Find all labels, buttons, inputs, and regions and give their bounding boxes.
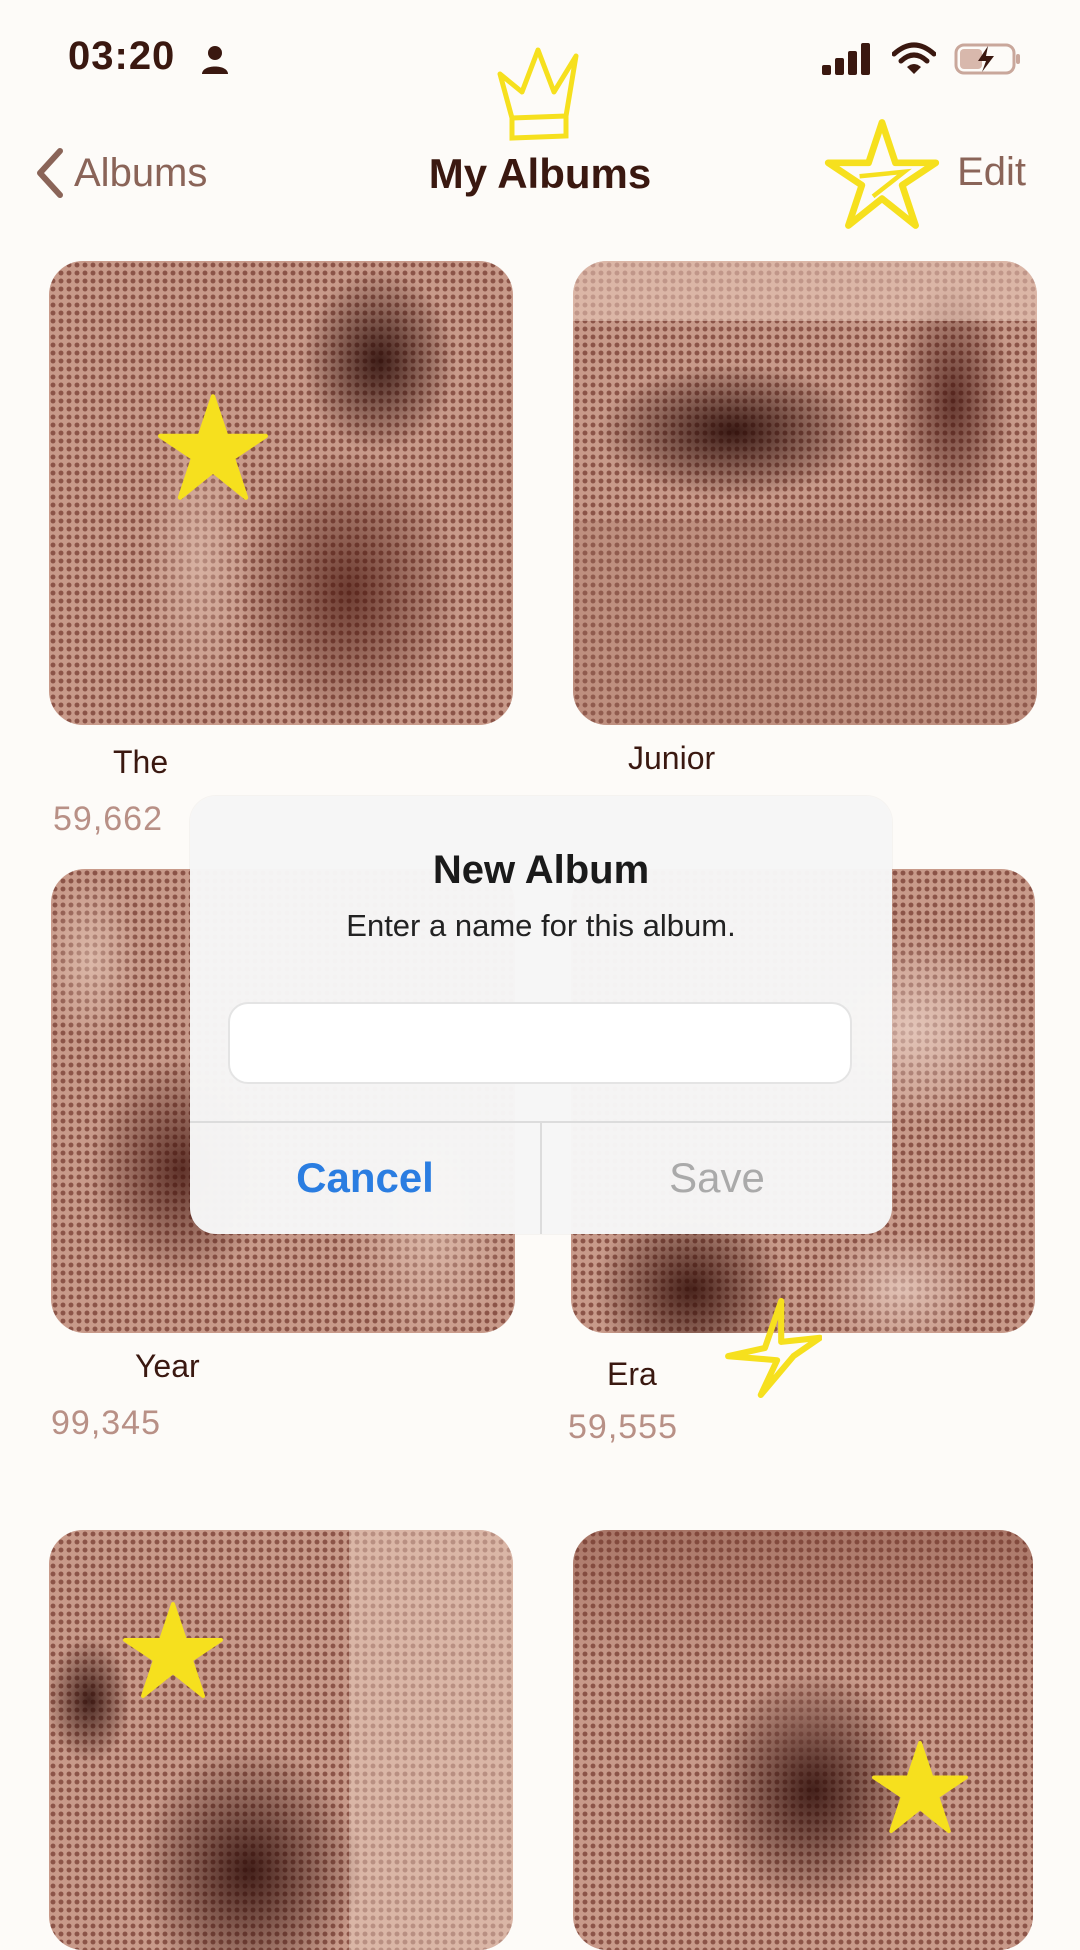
album-photo-count: 59,662 [53,800,163,838]
status-time: 03:20 [68,34,176,78]
star-doodle-icon [824,119,940,229]
star-doodle-icon [872,1740,968,1834]
battery-charging-icon [954,43,1020,75]
save-button[interactable]: Save [542,1122,892,1234]
new-album-dialog: New Album Enter a name for this album. C… [190,796,892,1234]
edit-button[interactable]: Edit [957,150,1026,195]
album-title: Junior [628,740,716,776]
album-name-input[interactable] [228,1002,852,1084]
album-title: Era [607,1356,657,1392]
star-doodle-icon [725,1298,822,1398]
album-photo-count: 99,345 [51,1404,161,1442]
wifi-icon [892,42,936,74]
album-thumbnail[interactable] [49,261,513,725]
star-doodle-icon [158,394,268,500]
dialog-message: Enter a name for this album. [346,908,736,943]
album-photo-count: 59,555 [568,1408,678,1446]
album-thumbnail[interactable] [573,261,1037,725]
album-title: Year [135,1348,200,1384]
star-doodle-icon [123,1602,223,1698]
cellular-signal-icon [822,43,870,75]
person-icon [202,46,228,74]
dialog-title: New Album [432,848,650,892]
system-icons [822,42,1022,76]
album-title: The [113,744,169,780]
album-thumbnail[interactable] [49,1530,513,1950]
cancel-button[interactable]: Cancel [190,1122,540,1234]
